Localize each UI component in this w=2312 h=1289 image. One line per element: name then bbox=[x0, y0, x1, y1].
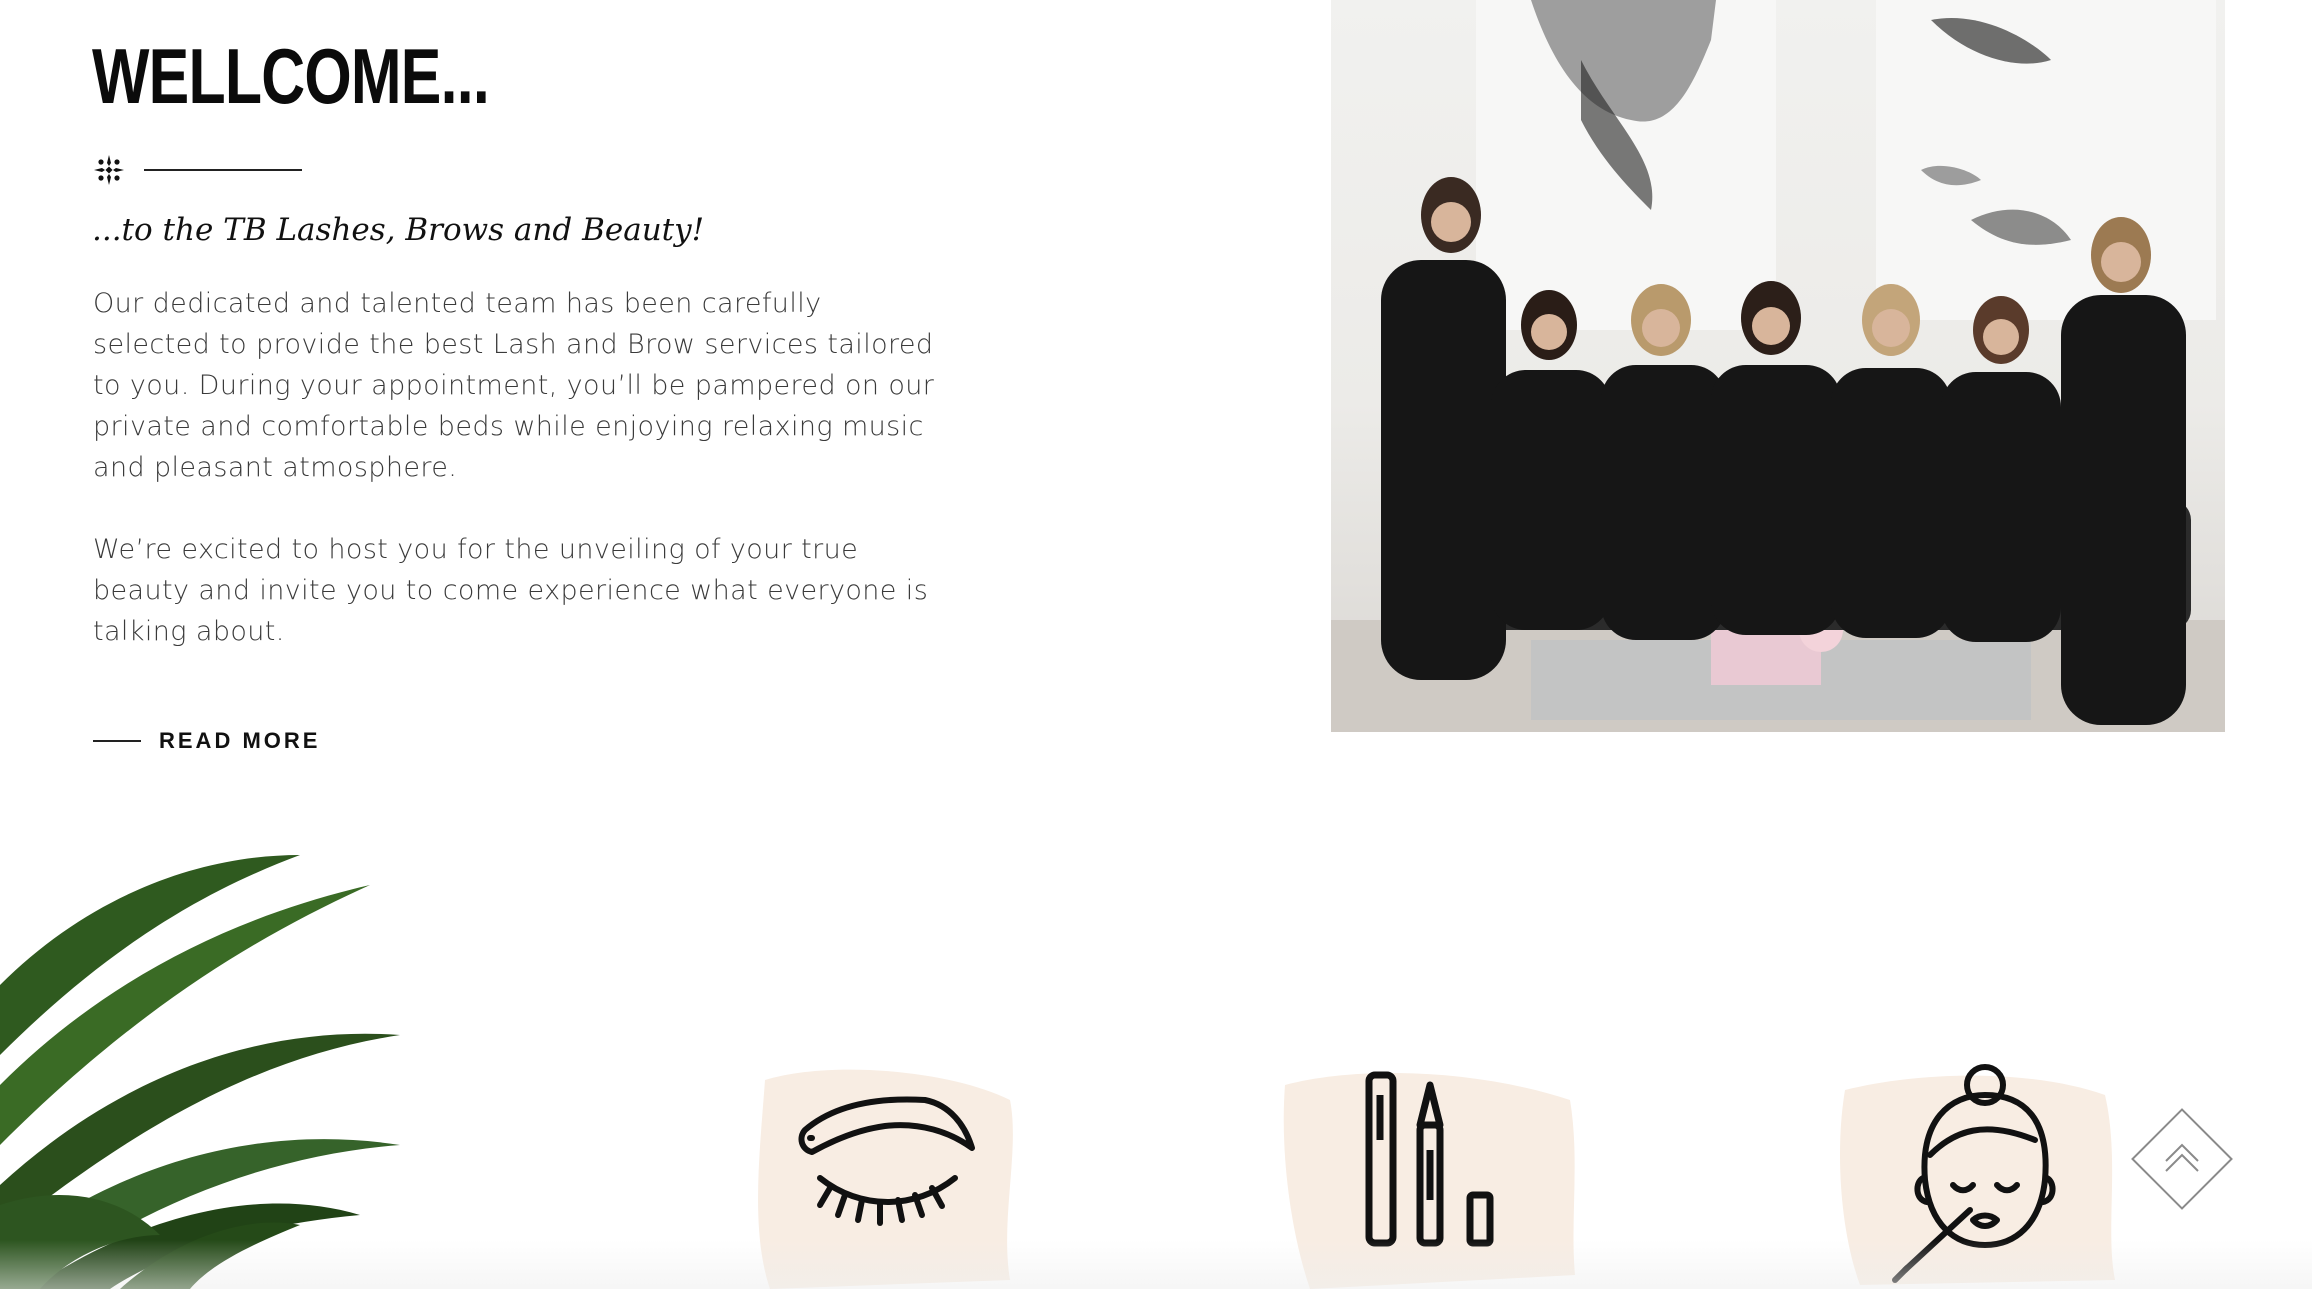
ornament-star-icon bbox=[94, 155, 124, 185]
read-more-link[interactable]: READ MORE bbox=[93, 728, 320, 754]
chevron-up-double-icon bbox=[2131, 1108, 2233, 1210]
read-more-label: READ MORE bbox=[159, 728, 321, 753]
welcome-heading: WELLCOME... bbox=[92, 32, 490, 120]
welcome-paragraph-2: We’re excited to host you for the unveil… bbox=[93, 534, 929, 647]
page: WELLCOME... ...to the TB Lashes, Brows a… bbox=[0, 0, 2312, 1289]
team-photo-illustration bbox=[1331, 0, 2225, 732]
divider-line bbox=[144, 169, 302, 171]
welcome-paragraph-1: Our dedicated and talented team has been… bbox=[93, 288, 935, 483]
welcome-subtitle: ...to the TB Lashes, Brows and Beauty! bbox=[92, 212, 705, 248]
face-makeup-icon[interactable] bbox=[1835, 1060, 2120, 1289]
read-more-line bbox=[93, 740, 141, 742]
makeup-pencil-icon[interactable] bbox=[1280, 1060, 1585, 1289]
eyebrow-lash-icon[interactable] bbox=[750, 1060, 1025, 1289]
team-photo bbox=[1331, 0, 2225, 732]
heading-divider bbox=[92, 153, 302, 187]
back-to-top-button[interactable] bbox=[2130, 1107, 2234, 1211]
palm-leaves bbox=[0, 855, 400, 1289]
